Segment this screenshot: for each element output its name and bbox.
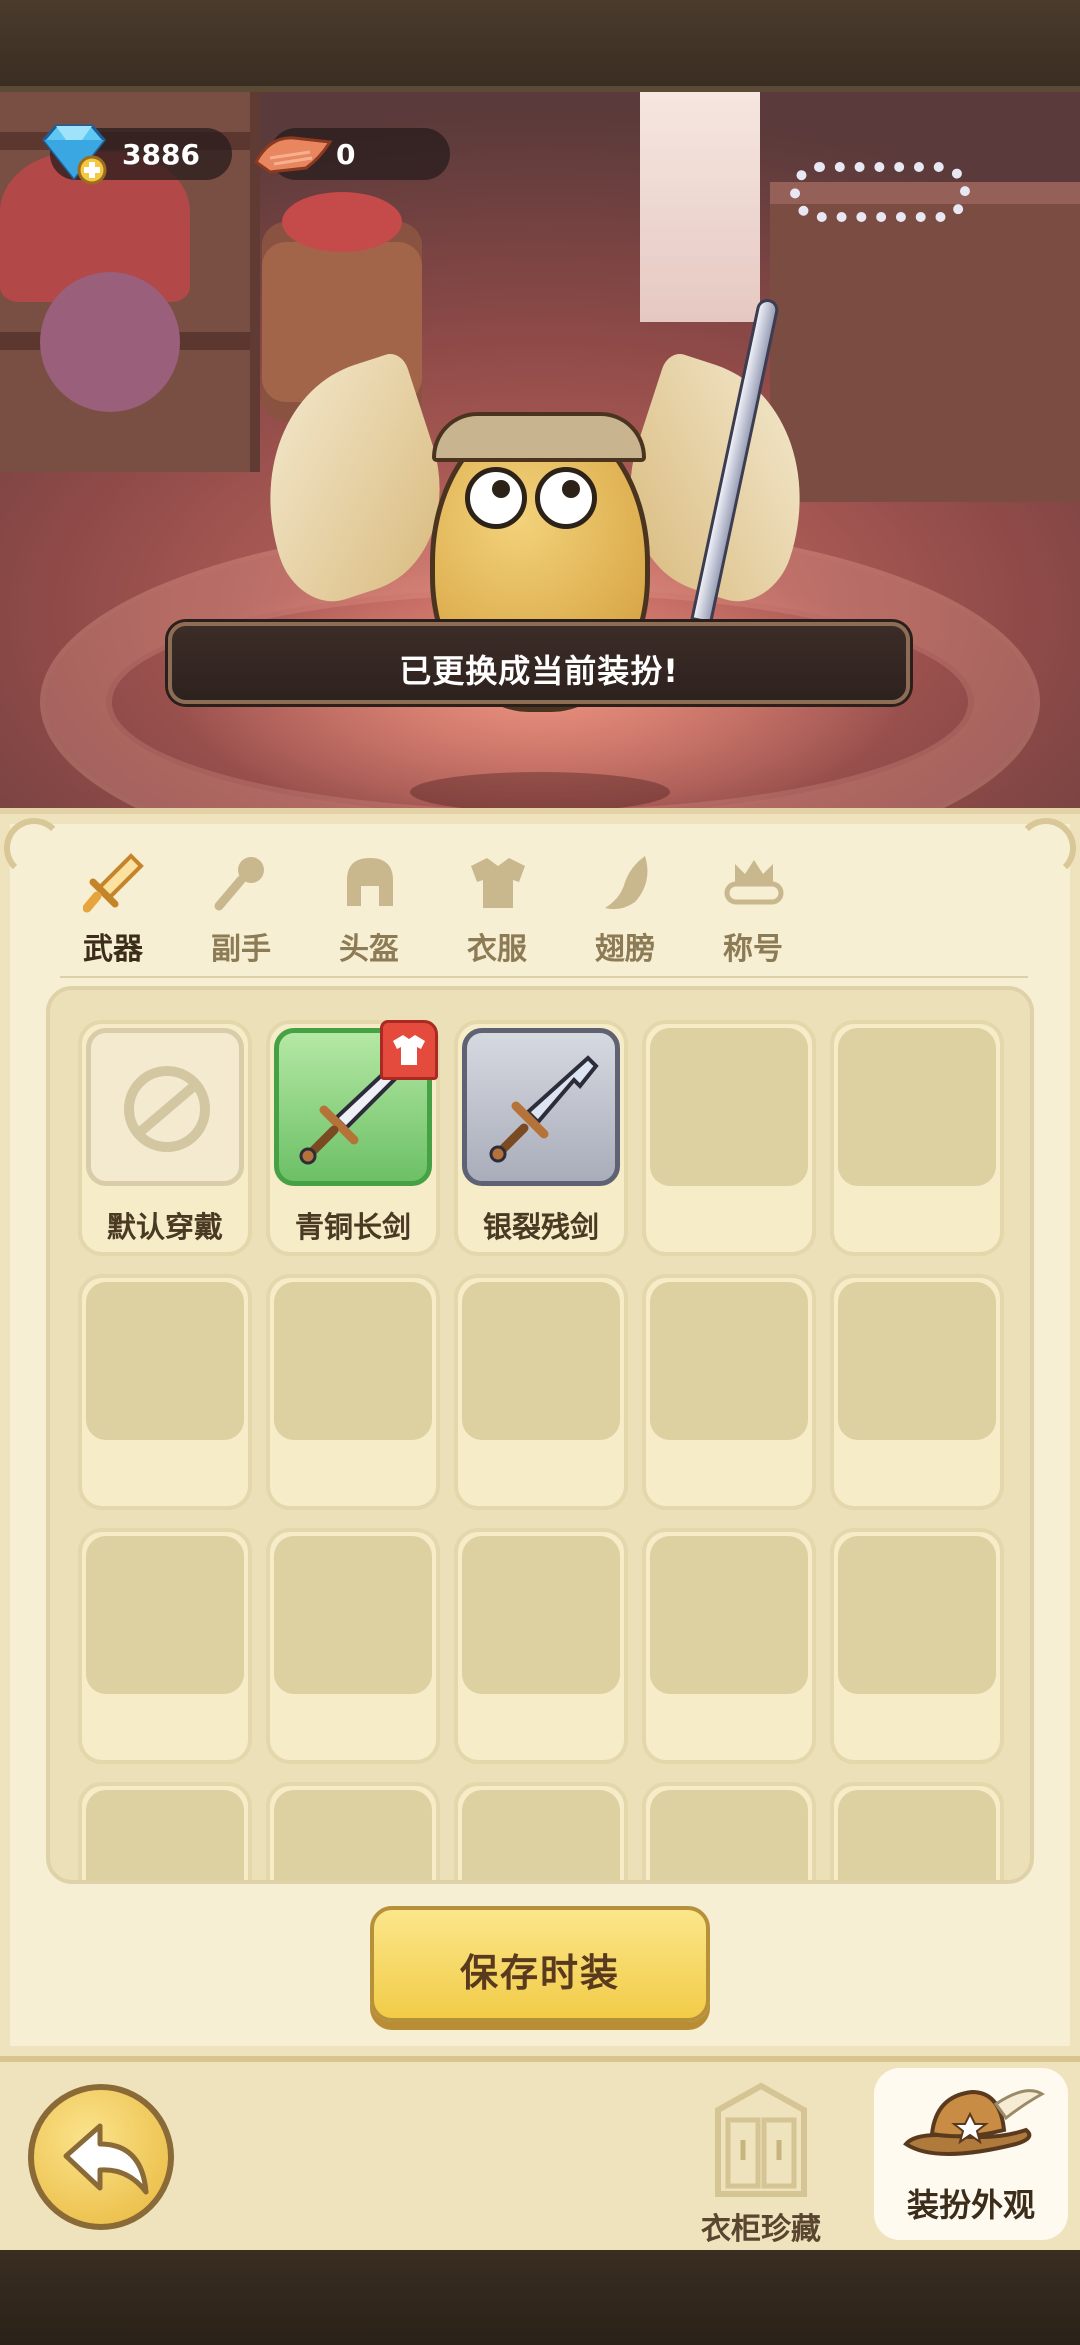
sword-icon: [83, 853, 144, 913]
headband: [432, 412, 646, 462]
empty-slot[interactable]: [78, 1528, 252, 1764]
item-name: 银裂残剑: [482, 1210, 599, 1244]
item-name: 青铜长剑: [294, 1210, 411, 1244]
cloth-count: 0: [336, 138, 356, 171]
feathered-hat-icon: [903, 2089, 1045, 2156]
wardrobe-panel: 武器 副手 头盔 衣服 翅膀 称号 默认穿戴 青铜长剑 银裂残剑 保存时装: [0, 808, 1080, 2056]
none-icon: [124, 1066, 210, 1152]
empty-slot[interactable]: [78, 1274, 252, 1510]
tab-label: 武器: [83, 932, 143, 967]
helmet-icon: [347, 858, 393, 906]
armor-icon: [471, 858, 525, 908]
empty-slot[interactable]: [266, 1528, 440, 1764]
empty-slot[interactable]: [830, 1528, 1004, 1764]
wardrobe-icon: [715, 2082, 807, 2197]
tab-helmet[interactable]: 头盔: [314, 852, 424, 967]
counter-decoration: [770, 182, 1080, 502]
tab-label: 称号: [723, 932, 783, 967]
top-frame: [0, 0, 1080, 92]
tab-wings[interactable]: 翅膀: [570, 852, 680, 967]
category-tabs: 武器 副手 头盔 衣服 翅膀 称号: [58, 852, 818, 1014]
empty-slot[interactable]: [830, 1782, 1004, 1880]
offhand-icon: [214, 857, 264, 911]
tab-label: 头盔: [339, 932, 399, 967]
empty-slot[interactable]: [642, 1782, 816, 1880]
tab-offhand[interactable]: 副手: [186, 852, 296, 967]
character-avatar: [230, 296, 840, 810]
back-button[interactable]: [28, 2084, 174, 2230]
diamond-plus-icon[interactable]: [36, 120, 112, 186]
item-name: 默认穿戴: [106, 1210, 223, 1244]
wardrobe-label: 衣柜珍藏: [701, 2212, 821, 2247]
empty-slot[interactable]: [642, 1528, 816, 1764]
right-eye: [535, 467, 597, 529]
outfit-label: 装扮外观: [906, 2186, 1035, 2224]
empty-slot[interactable]: [454, 1782, 628, 1880]
wing-icon: [605, 856, 648, 910]
item-slot-bronze-longsword[interactable]: 青铜长剑: [266, 1020, 440, 1256]
equipped-badge: [380, 1020, 438, 1080]
tab-weapon[interactable]: 武器: [58, 852, 168, 1014]
back-arrow-icon: [63, 2123, 149, 2195]
tab-title[interactable]: 称号: [698, 852, 808, 967]
cloth-roll-icon: [254, 136, 333, 174]
silver-sword-icon: [489, 1055, 599, 1163]
shirt-icon: [393, 1035, 425, 1065]
tab-label: 衣服: [467, 932, 527, 967]
empty-slot[interactable]: [266, 1782, 440, 1880]
bottom-nav: 衣柜珍藏 装扮外观: [0, 2056, 1080, 2250]
empty-slot[interactable]: [830, 1020, 1004, 1256]
item-slot-silver-broken-sword[interactable]: 银裂残剑: [454, 1020, 628, 1256]
tab-clothes[interactable]: 衣服: [442, 852, 552, 967]
wardrobe-collection-button[interactable]: 衣柜珍藏: [676, 2080, 846, 2250]
toast-message: 已更换成当前装扮!: [399, 652, 679, 690]
empty-slot[interactable]: [454, 1528, 628, 1764]
save-outfit-button[interactable]: 保存时装: [370, 1906, 710, 2022]
tab-label: 翅膀: [595, 932, 655, 967]
empty-slot[interactable]: [78, 1782, 252, 1880]
tab-label: 副手: [211, 932, 271, 967]
outfit-appearance-tab[interactable]: 装扮外观: [874, 2068, 1068, 2240]
item-slot-default[interactable]: 默认穿戴: [78, 1020, 252, 1256]
item-grid: 默认穿戴 青铜长剑 银裂残剑: [46, 986, 1034, 1884]
bottom-frame: [0, 2250, 1080, 2345]
save-outfit-label: 保存时装: [459, 1951, 620, 1995]
title-icon: [724, 860, 784, 905]
empty-slot[interactable]: [830, 1274, 1004, 1510]
left-eye: [465, 467, 527, 529]
pearl-necklace-decoration: [790, 162, 970, 222]
window-decoration: [640, 92, 760, 322]
empty-slot[interactable]: [642, 1020, 816, 1256]
gem-count: 3886: [122, 138, 200, 171]
empty-slot[interactable]: [454, 1274, 628, 1510]
equip-success-toast: 已更换成当前装扮!: [168, 622, 910, 704]
empty-slot[interactable]: [642, 1274, 816, 1510]
empty-slot[interactable]: [266, 1274, 440, 1510]
